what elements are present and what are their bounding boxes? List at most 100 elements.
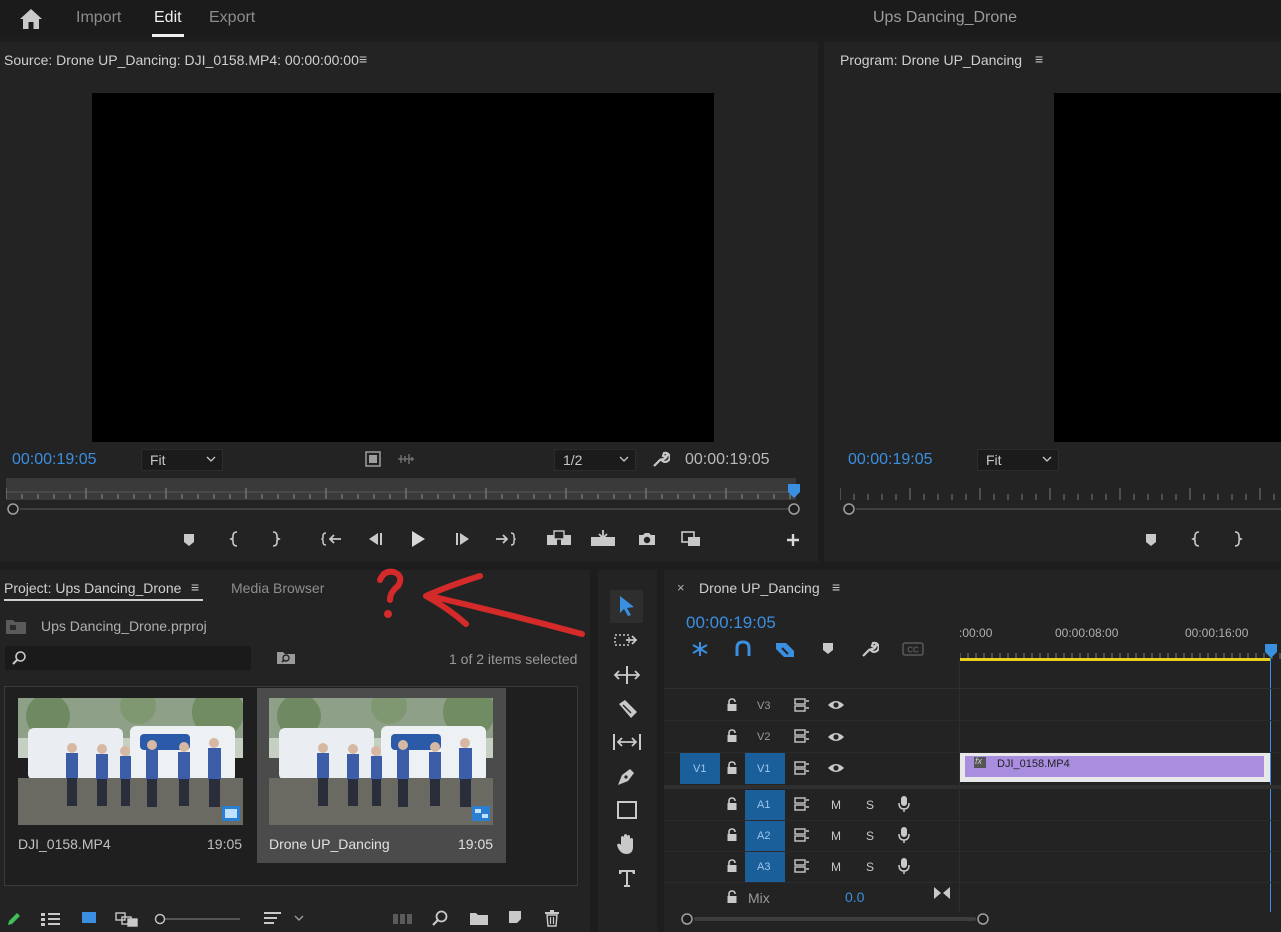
eye-icon[interactable] — [827, 731, 845, 743]
source-patch-v1[interactable]: V1 — [680, 753, 720, 784]
lock-icon[interactable] — [726, 761, 738, 775]
razor-tool-icon[interactable] — [615, 698, 639, 720]
program-mark-out-icon[interactable] — [1231, 530, 1243, 548]
go-to-in-icon[interactable] — [321, 531, 343, 547]
go-to-out-icon[interactable] — [494, 531, 516, 547]
source-zoom-bar[interactable] — [20, 508, 788, 510]
timeline-scrollbar[interactable] — [694, 917, 976, 921]
freeform-view-icon[interactable] — [115, 911, 139, 927]
solo-button[interactable]: S — [866, 798, 874, 812]
source-resolution-select[interactable]: 1/2 — [554, 449, 636, 471]
drag-audio-only-icon[interactable] — [397, 453, 415, 465]
camera-icon[interactable] — [637, 531, 657, 547]
program-monitor-title[interactable]: Program: Drone UP_Dancing — [840, 52, 1022, 68]
find-icon[interactable] — [431, 909, 449, 927]
ripple-edit-tool-icon[interactable] — [613, 665, 641, 685]
track-label-v2[interactable]: V2 — [757, 731, 770, 743]
linked-selection-icon[interactable] — [774, 639, 796, 659]
source-playhead-timecode[interactable]: 00:00:19:05 — [12, 451, 97, 469]
zoom-slider[interactable] — [154, 913, 240, 925]
captions-icon[interactable]: CC — [902, 642, 924, 656]
wrench-icon[interactable] — [652, 450, 670, 468]
eye-icon[interactable] — [827, 699, 845, 711]
button-editor-icon[interactable] — [680, 530, 702, 548]
mute-button[interactable]: M — [831, 798, 841, 812]
close-sequence-icon[interactable]: × — [677, 580, 685, 595]
microphone-icon[interactable] — [897, 857, 911, 875]
track-target-v1[interactable]: V1 — [745, 753, 785, 784]
sort-icons-icon[interactable] — [263, 911, 307, 925]
media-browser-tab[interactable]: Media Browser — [231, 580, 324, 596]
slip-tool-icon[interactable] — [612, 733, 642, 751]
lock-icon[interactable] — [726, 797, 738, 811]
work-area-bar[interactable] — [960, 658, 1270, 661]
import-tab[interactable]: Import — [76, 9, 121, 27]
program-playhead-timecode[interactable]: 00:00:19:05 — [848, 451, 933, 469]
step-forward-icon[interactable] — [454, 532, 472, 546]
program-mark-in-icon[interactable] — [1191, 530, 1203, 548]
type-tool-icon[interactable] — [617, 868, 639, 888]
sync-lock-icon[interactable] — [794, 828, 810, 842]
microphone-icon[interactable] — [897, 795, 911, 813]
export-tab[interactable]: Export — [209, 9, 255, 27]
program-add-marker-icon[interactable] — [1144, 532, 1158, 548]
solo-button[interactable]: S — [866, 860, 874, 874]
program-zoom-handle-left[interactable] — [842, 502, 856, 516]
track-target-a1[interactable]: A1 — [745, 790, 785, 820]
add-marker-icon[interactable] — [182, 532, 196, 548]
track-label-v3[interactable]: V3 — [757, 700, 770, 712]
mark-in-icon[interactable] — [229, 530, 241, 548]
source-zoom-select[interactable]: Fit — [141, 449, 223, 471]
insert-icon[interactable] — [546, 530, 572, 548]
mark-out-icon[interactable] — [269, 530, 281, 548]
timeline-timecode[interactable]: 00:00:19:05 — [686, 613, 776, 633]
source-zoom-handle-left[interactable] — [6, 502, 20, 516]
source-panel-menu-icon[interactable]: ≡ — [359, 51, 367, 67]
hand-tool-icon[interactable] — [615, 833, 637, 855]
mute-button[interactable]: M — [831, 860, 841, 874]
mute-button[interactable]: M — [831, 829, 841, 843]
list-view-icon[interactable] — [40, 912, 62, 926]
project-item-clip[interactable]: DJI_0158.MP4 19:05 — [8, 688, 248, 862]
sync-lock-icon[interactable] — [794, 859, 810, 873]
clip-dji-0158[interactable]: fx DJI_0158.MP4 — [960, 753, 1270, 782]
nest-icon[interactable] — [690, 640, 710, 658]
video-audio-divider[interactable] — [664, 785, 1281, 789]
lock-icon[interactable] — [726, 859, 738, 873]
rectangle-tool-icon[interactable] — [616, 800, 638, 820]
sync-lock-icon[interactable] — [794, 729, 810, 743]
lock-icon[interactable] — [726, 729, 738, 743]
automate-to-sequence-icon[interactable] — [392, 911, 414, 925]
program-zoom-bar[interactable] — [856, 508, 1281, 510]
home-icon[interactable] — [19, 8, 43, 30]
drag-video-only-icon[interactable] — [365, 451, 381, 467]
new-bin-icon[interactable] — [469, 910, 489, 926]
trash-icon[interactable] — [544, 909, 560, 927]
pencil-icon[interactable] — [6, 911, 22, 927]
pen-tool-icon[interactable] — [616, 765, 638, 787]
project-tab[interactable]: Project: Ups Dancing_Drone — [4, 580, 181, 596]
project-search-input[interactable] — [5, 646, 251, 670]
program-zoom-select[interactable]: Fit — [977, 449, 1059, 471]
play-icon[interactable] — [409, 530, 427, 548]
program-time-ruler[interactable] — [840, 484, 1281, 500]
eye-icon[interactable] — [827, 762, 845, 774]
add-button-icon[interactable] — [785, 532, 801, 548]
sync-lock-icon[interactable] — [794, 698, 810, 712]
selection-tool[interactable] — [610, 590, 643, 623]
new-item-icon[interactable] — [507, 909, 523, 925]
lock-icon[interactable] — [726, 698, 738, 712]
snap-icon[interactable] — [734, 640, 752, 658]
timeline-scroll-handle-left[interactable] — [680, 912, 694, 926]
source-playhead[interactable] — [786, 482, 802, 500]
solo-button[interactable]: S — [866, 829, 874, 843]
sequence-tab[interactable]: Drone UP_Dancing — [699, 580, 820, 596]
icon-view-icon[interactable] — [81, 911, 97, 925]
timeline-playhead-head[interactable] — [1263, 643, 1279, 659]
new-search-bin-icon[interactable] — [276, 649, 296, 665]
step-back-icon[interactable] — [366, 532, 384, 546]
source-monitor-title[interactable]: Source: Drone UP_Dancing: DJI_0158.MP4: … — [4, 52, 359, 68]
mix-value[interactable]: 0.0 — [845, 889, 864, 905]
overwrite-icon[interactable] — [590, 529, 616, 547]
lock-icon[interactable] — [726, 828, 738, 842]
